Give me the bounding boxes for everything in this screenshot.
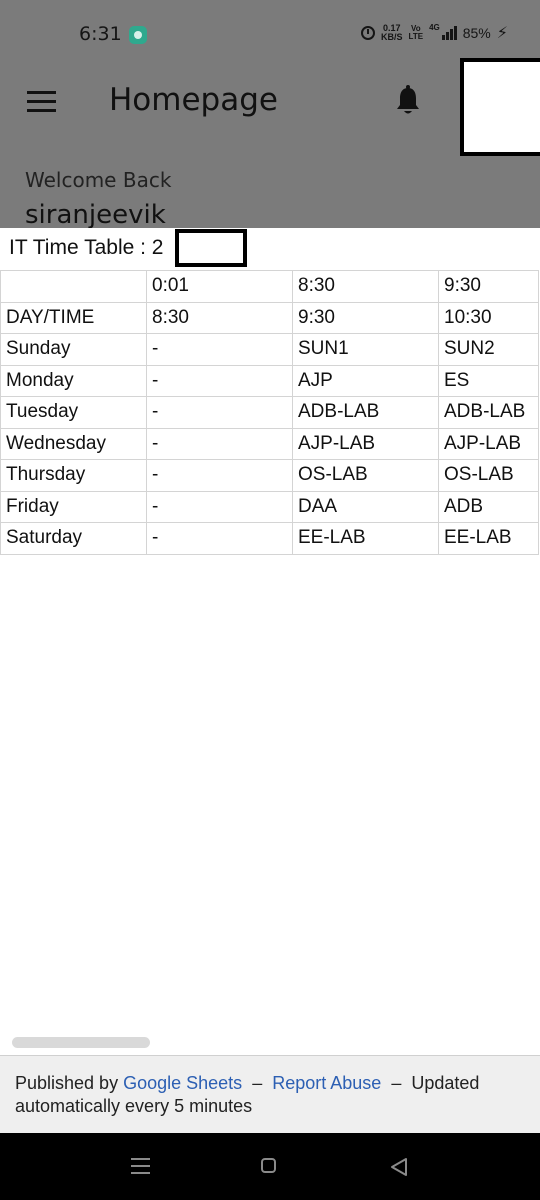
table-cell: - — [146, 333, 293, 366]
redaction-box — [460, 58, 540, 156]
table-cell: DAA — [292, 490, 439, 523]
table-cell: AJP-LAB — [438, 427, 539, 460]
sheet-title: IT Time Table : 2 — [9, 236, 164, 259]
table-cell: AJP — [292, 364, 439, 397]
table-row: Wednesday - AJP-LAB AJP-LAB — [0, 427, 539, 460]
battery-level: 85% — [462, 25, 491, 41]
status-bar: 6:31 0.17 KB/S Vo LTE 4G 85% ⚡︎ — [0, 0, 540, 68]
table-cell: - — [146, 459, 293, 492]
volte-indicator: Vo LTE — [409, 25, 424, 41]
table-cell: DAY/TIME — [0, 301, 147, 334]
footer-text: Published by Google Sheets – Report Abus… — [15, 1072, 525, 1118]
report-abuse-link[interactable]: Report Abuse — [272, 1073, 381, 1093]
table-cell: 9:30 — [438, 270, 539, 303]
signal-strength-icon — [441, 26, 457, 40]
recents-icon[interactable] — [131, 1158, 150, 1174]
table-cell: Saturday — [0, 522, 147, 555]
table-row: Sunday - SUN1 SUN2 — [0, 333, 539, 366]
table-row: 0:01 8:30 9:30 — [0, 270, 539, 303]
table-cell: SUN2 — [438, 333, 539, 366]
table-cell: Sunday — [0, 333, 147, 366]
menu-icon[interactable] — [27, 91, 56, 113]
table-cell: OS-LAB — [292, 459, 439, 492]
table-row: DAY/TIME 8:30 9:30 10:30 — [0, 301, 539, 334]
table-row: Saturday - EE-LAB EE-LAB — [0, 522, 539, 555]
table-cell: 9:30 — [292, 301, 439, 334]
volte-bottom: LTE — [408, 32, 424, 41]
table-cell: SUN1 — [292, 333, 439, 366]
table-cell: ADB-LAB — [292, 396, 439, 429]
table-row: Tuesday - ADB-LAB ADB-LAB — [0, 396, 539, 429]
user-name: siranjeevik — [25, 200, 166, 228]
sheet-footer: Published by Google Sheets – Report Abus… — [0, 1055, 540, 1133]
footer-separator: – — [391, 1073, 402, 1093]
app-background-dimmed: 6:31 0.17 KB/S Vo LTE 4G 85% ⚡︎ Homepage… — [0, 0, 540, 228]
table-row: Thursday - OS-LAB OS-LAB — [0, 459, 539, 492]
table-cell: OS-LAB — [438, 459, 539, 492]
app-header: Homepage — [0, 68, 540, 138]
alarm-icon — [361, 26, 376, 40]
redaction-box — [175, 229, 247, 267]
table-cell: 10:30 — [438, 301, 539, 334]
home-icon[interactable] — [261, 1158, 276, 1173]
network-speed: 0.17 KB/S — [381, 24, 403, 42]
table-cell: ADB-LAB — [438, 396, 539, 429]
table-cell: 8:30 — [292, 270, 439, 303]
table-row: Monday - AJP ES — [0, 364, 539, 397]
table-cell: - — [146, 364, 293, 397]
google-sheets-link[interactable]: Google Sheets — [123, 1073, 242, 1093]
status-time: 6:31 — [79, 23, 122, 45]
charging-bolt-icon: ⚡︎ — [496, 25, 508, 42]
table-cell: EE-LAB — [438, 522, 539, 555]
bell-icon[interactable] — [394, 85, 422, 117]
table-cell: - — [146, 490, 293, 523]
network-speed-unit: KB/S — [381, 32, 403, 42]
table-cell: EE-LAB — [292, 522, 439, 555]
welcome-label: Welcome Back — [25, 168, 172, 192]
page-title: Homepage — [109, 82, 278, 118]
table-cell: Friday — [0, 490, 147, 523]
table-cell: ADB — [438, 490, 539, 523]
published-by-label: Published by — [15, 1073, 119, 1093]
table-cell: Tuesday — [0, 396, 147, 429]
table-cell: - — [146, 396, 293, 429]
table-cell: Thursday — [0, 459, 147, 492]
notification-app-icon — [129, 26, 147, 44]
back-icon[interactable] — [389, 1157, 409, 1177]
network-type: 4G — [429, 23, 440, 32]
table-cell: 8:30 — [146, 301, 293, 334]
system-nav-bar — [0, 1133, 540, 1200]
timetable-sheet: IT Time Table : 2 0:01 8:30 9:30 DAY/TIM… — [0, 228, 540, 1133]
timetable-grid: 0:01 8:30 9:30 DAY/TIME 8:30 9:30 10:30 … — [0, 270, 539, 555]
table-cell: Monday — [0, 364, 147, 397]
table-cell: ES — [438, 364, 539, 397]
table-cell: Wednesday — [0, 427, 147, 460]
horizontal-scrollbar[interactable] — [12, 1037, 150, 1048]
table-cell: AJP-LAB — [292, 427, 439, 460]
table-cell: - — [146, 522, 293, 555]
table-cell: - — [146, 427, 293, 460]
status-indicators: 0.17 KB/S Vo LTE 4G 85% ⚡︎ — [361, 23, 508, 43]
footer-separator: – — [252, 1073, 263, 1093]
table-cell — [0, 270, 147, 303]
table-row: Friday - DAA ADB — [0, 490, 539, 523]
table-cell: 0:01 — [146, 270, 293, 303]
